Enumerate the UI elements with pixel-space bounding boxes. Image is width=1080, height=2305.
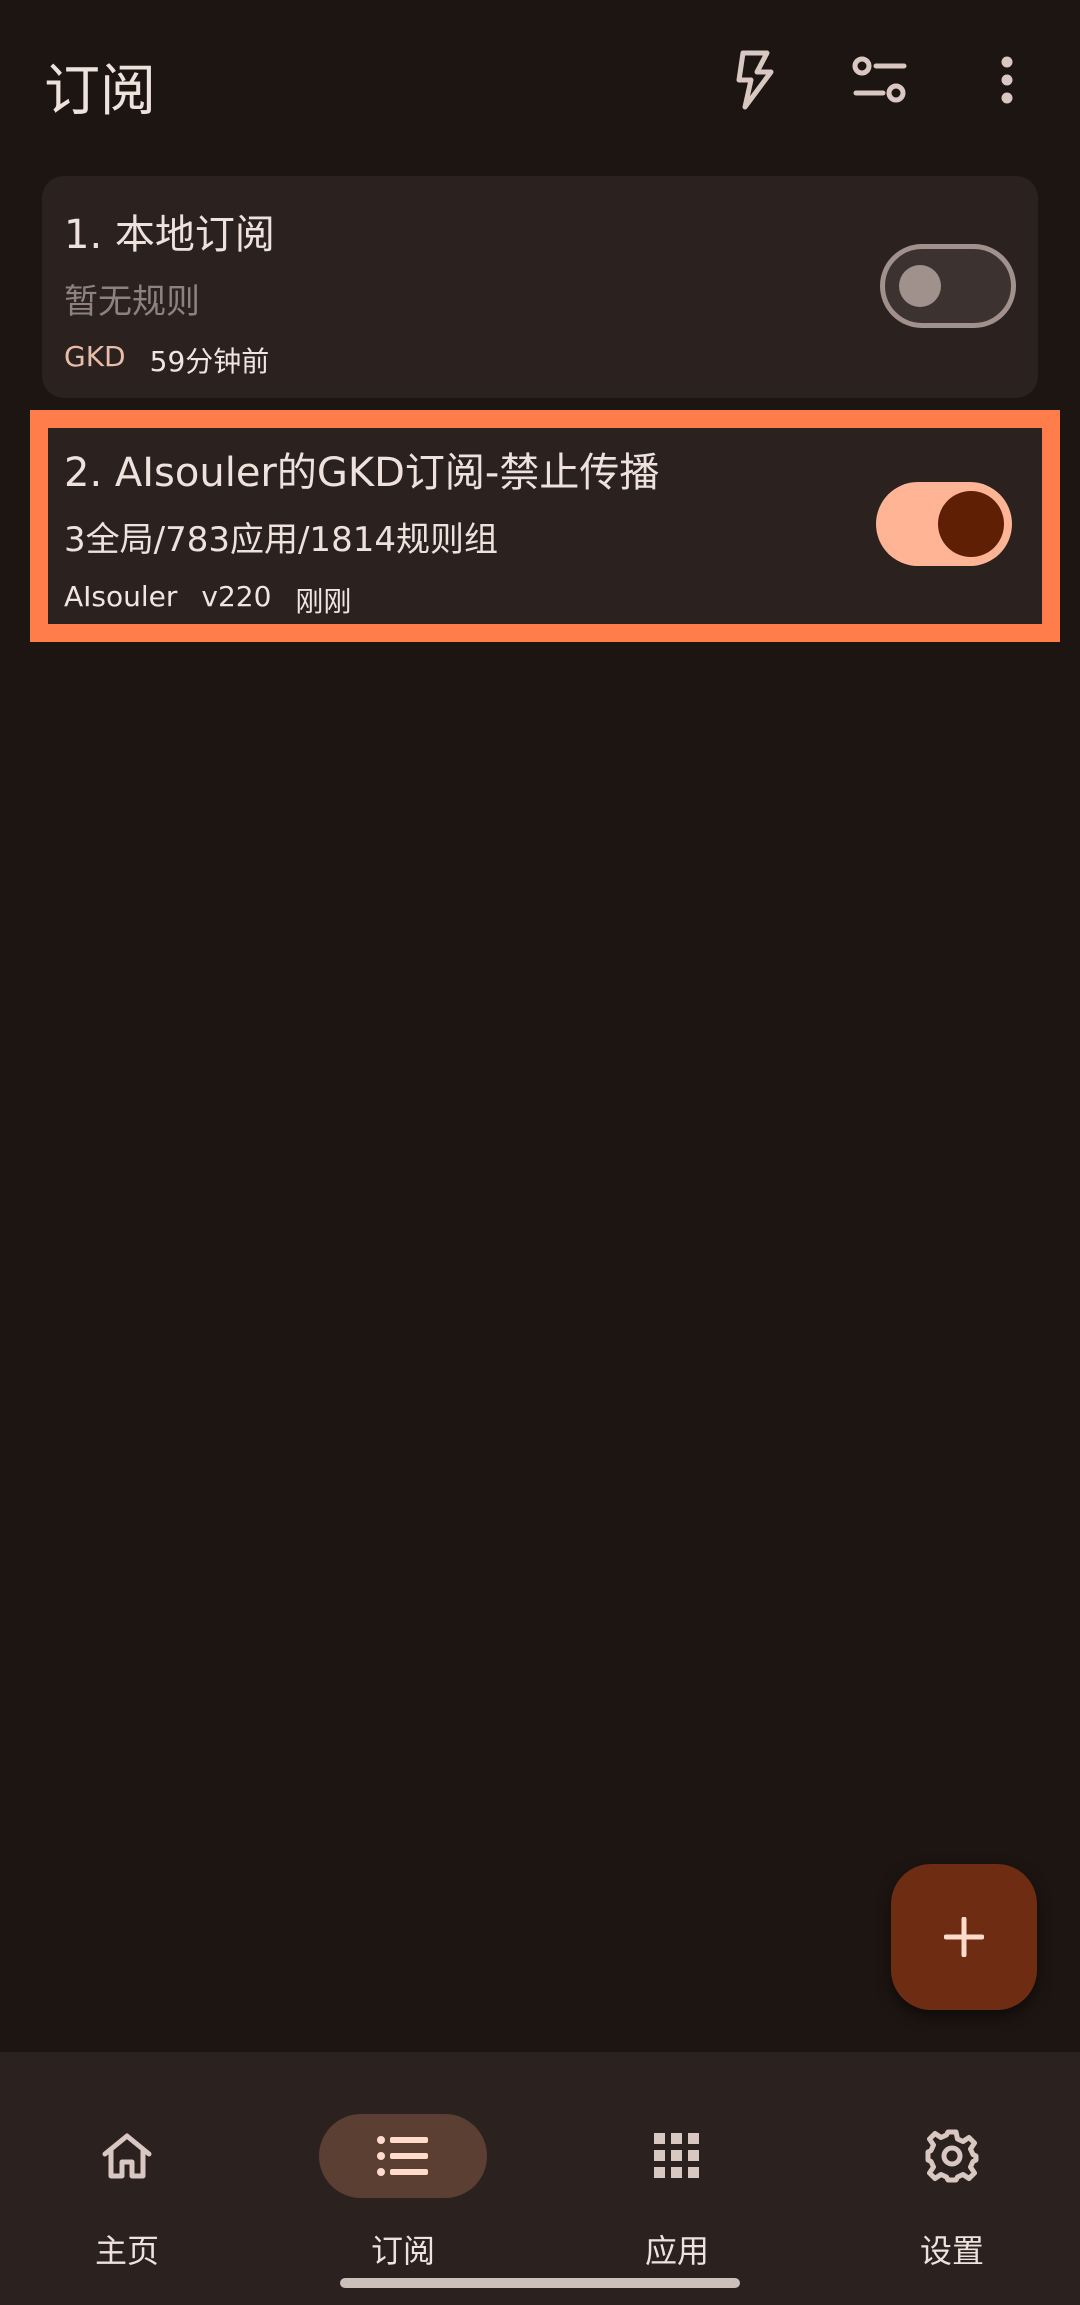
tune-icon — [852, 56, 907, 103]
top-app-bar: 订阅 — [0, 0, 1080, 160]
subscription-summary: 暂无规则 — [64, 282, 200, 322]
home-icon — [102, 2133, 152, 2179]
nav-label: 应用 — [644, 2232, 709, 2270]
subscription-summary: 3全局/783应用/1814规则组 — [64, 520, 498, 560]
nav-label: 主页 — [94, 2232, 159, 2270]
subscription-card[interactable]: 1. 本地订阅 暂无规则 GKD 59分钟前 — [42, 176, 1038, 398]
page-title: 订阅 — [44, 59, 156, 124]
subscription-meta: AIsouler v220 刚刚 — [64, 580, 351, 620]
flash-button[interactable] — [705, 40, 805, 120]
subscription-toggle[interactable] — [880, 244, 1016, 328]
bottom-navigation-bar: 主页 订阅 应用 设置 — [0, 2052, 1080, 2305]
apps-grid-icon — [654, 2133, 699, 2178]
nav-indicator — [868, 2114, 1036, 2198]
gesture-home-indicator[interactable] — [340, 2278, 740, 2288]
subscription-title: 1. 本地订阅 — [64, 212, 275, 258]
subscription-updated-time: 59分钟前 — [149, 345, 270, 378]
toggle-thumb — [938, 491, 1004, 557]
subscription-card-highlighted[interactable]: 2. AIsouler的GKD订阅-禁止传播 3全局/783应用/1814规则组… — [30, 410, 1060, 642]
add-subscription-button[interactable] — [891, 1864, 1037, 2010]
subscription-author: AIsouler — [64, 580, 178, 613]
more-button[interactable] — [957, 40, 1057, 120]
subscription-author: GKD — [64, 340, 126, 373]
more-vert-icon — [1001, 56, 1013, 104]
subscription-toggle[interactable] — [876, 482, 1012, 566]
nav-item-settings[interactable]: 设置 — [827, 2082, 1077, 2272]
tune-button[interactable] — [830, 40, 930, 120]
nav-label: 订阅 — [370, 2232, 435, 2270]
toggle-thumb — [899, 265, 941, 307]
nav-item-subscriptions[interactable]: 订阅 — [278, 2082, 528, 2272]
subscription-meta: GKD 59分钟前 — [64, 340, 269, 380]
nav-item-apps[interactable]: 应用 — [552, 2082, 802, 2272]
flash-icon — [736, 50, 774, 110]
subscription-title: 2. AIsouler的GKD订阅-禁止传播 — [64, 450, 660, 496]
nav-indicator-active — [319, 2114, 487, 2198]
nav-label: 设置 — [919, 2232, 984, 2270]
list-icon — [377, 2136, 428, 2176]
add-icon — [944, 1917, 984, 1957]
subscription-updated-time: 刚刚 — [295, 585, 352, 618]
subscription-version: v220 — [201, 580, 272, 613]
nav-indicator — [43, 2114, 211, 2198]
nav-item-home[interactable]: 主页 — [2, 2082, 252, 2272]
settings-icon — [925, 2129, 979, 2183]
nav-indicator — [593, 2114, 761, 2198]
